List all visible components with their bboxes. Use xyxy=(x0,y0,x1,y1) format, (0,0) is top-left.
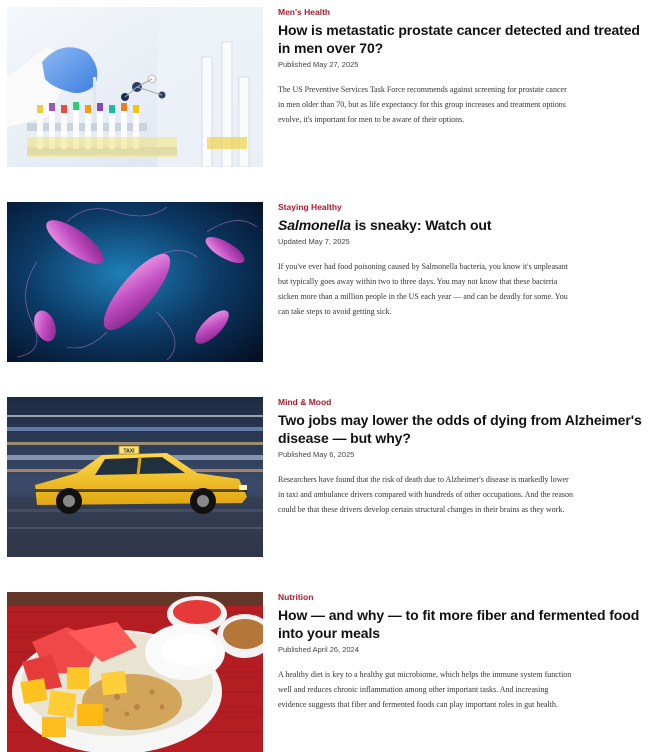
article-category[interactable]: Men's Health xyxy=(278,7,650,18)
article-image-fruit-bowl[interactable] xyxy=(7,592,263,752)
article-text: Men's Health How is metastatic prostate … xyxy=(278,7,650,127)
article-text: Mind & Mood Two jobs may lower the odds … xyxy=(278,397,650,517)
article-summary: If you've ever had food poisoning caused… xyxy=(278,262,568,316)
article-image-taxi[interactable]: TAXI xyxy=(7,397,263,557)
article-date: Published May 6, 2025 xyxy=(278,450,355,459)
article-summary: A healthy diet is key to a healthy gut m… xyxy=(278,670,572,709)
article-title[interactable]: How — and why — to fit more fiber and fe… xyxy=(278,606,650,642)
article-summary: Researchers have found that the risk of … xyxy=(278,475,574,514)
taxi-sign: TAXI xyxy=(123,449,135,455)
article-text: Nutrition How — and why — to fit more fi… xyxy=(278,592,650,712)
article-card: Men's Health How is metastatic prostate … xyxy=(7,7,652,167)
article-title[interactable]: How is metastatic prostate cancer detect… xyxy=(278,21,650,57)
article-category[interactable]: Mind & Mood xyxy=(278,397,650,408)
article-title[interactable]: Salmonella is sneaky: Watch out xyxy=(278,216,650,234)
article-category[interactable]: Nutrition xyxy=(278,592,650,603)
article-category[interactable]: Staying Healthy xyxy=(278,202,650,213)
article-text: Staying Healthy Salmonella is sneaky: Wa… xyxy=(278,202,650,319)
article-image-lab[interactable] xyxy=(7,7,263,167)
article-summary: The US Preventive Services Task Force re… xyxy=(278,85,567,124)
article-card: Staying Healthy Salmonella is sneaky: Wa… xyxy=(7,202,652,362)
article-image-bacteria[interactable] xyxy=(7,202,263,362)
article-date: Published May 27, 2025 xyxy=(278,60,359,69)
article-title[interactable]: Two jobs may lower the odds of dying fro… xyxy=(278,411,650,447)
article-card: TAXI Mind & Mood Two jobs may lower the … xyxy=(7,397,652,557)
article-title-rest: is sneaky: Watch out xyxy=(350,217,492,233)
article-date: Published April 26, 2024 xyxy=(278,645,359,654)
article-title-italic: Salmonella xyxy=(278,217,351,233)
article-date: Updated May 7, 2025 xyxy=(278,237,350,246)
article-card: Nutrition How — and why — to fit more fi… xyxy=(7,592,652,752)
